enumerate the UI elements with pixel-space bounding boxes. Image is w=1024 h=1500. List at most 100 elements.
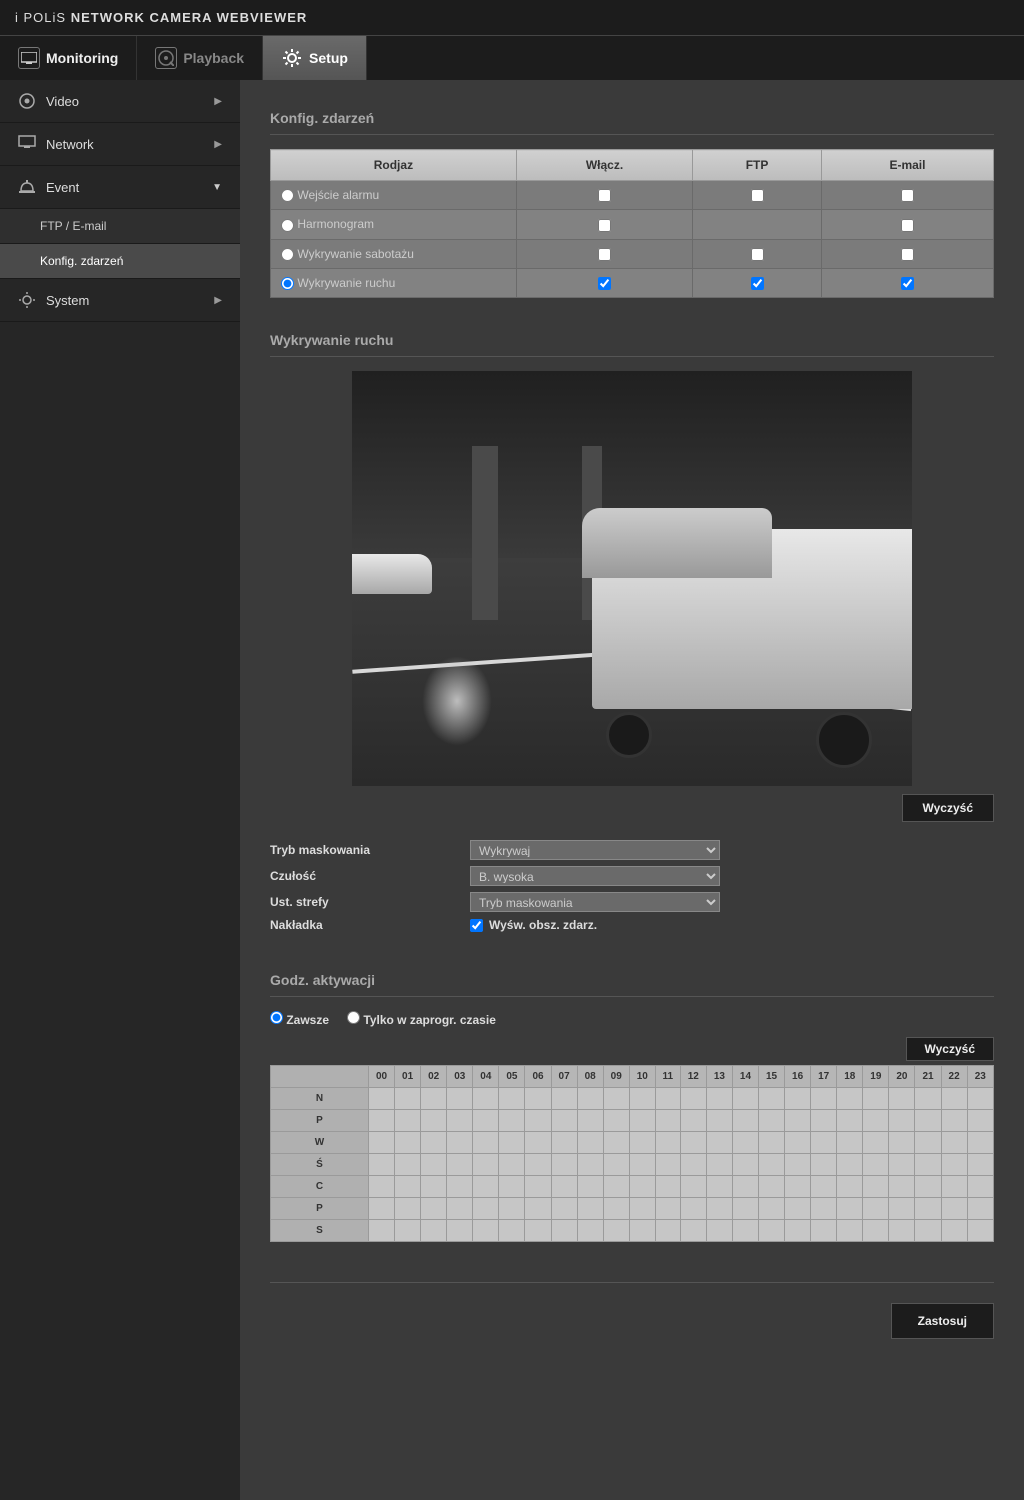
schedule-cell[interactable]	[967, 1088, 993, 1110]
schedule-cell[interactable]	[655, 1132, 680, 1154]
schedule-cell[interactable]	[447, 1220, 473, 1242]
schedule-cell[interactable]	[499, 1220, 525, 1242]
schedule-cell[interactable]	[706, 1176, 732, 1198]
schedule-cell[interactable]	[655, 1154, 680, 1176]
schedule-cell[interactable]	[551, 1176, 577, 1198]
schedule-cell[interactable]	[551, 1154, 577, 1176]
schedule-cell[interactable]	[811, 1220, 837, 1242]
sensitivity-select[interactable]: B. wysoka	[470, 866, 720, 886]
schedule-cell[interactable]	[629, 1154, 655, 1176]
schedule-cell[interactable]	[369, 1132, 395, 1154]
schedule-cell[interactable]	[941, 1110, 967, 1132]
schedule-cell[interactable]	[811, 1198, 837, 1220]
schedule-cell[interactable]	[473, 1088, 499, 1110]
schedule-cell[interactable]	[680, 1088, 706, 1110]
schedule-cell[interactable]	[369, 1220, 395, 1242]
schedule-cell[interactable]	[915, 1154, 941, 1176]
schedule-cell[interactable]	[941, 1198, 967, 1220]
enable-checkbox[interactable]	[598, 189, 611, 202]
schedule-cell[interactable]	[655, 1110, 680, 1132]
schedule-cell[interactable]	[889, 1110, 915, 1132]
ftp-checkbox[interactable]	[751, 277, 764, 290]
schedule-cell[interactable]	[785, 1198, 811, 1220]
event-type-radio[interactable]	[281, 219, 294, 232]
schedule-cell[interactable]	[680, 1154, 706, 1176]
event-type-radio[interactable]	[281, 248, 294, 261]
schedule-cell[interactable]	[967, 1220, 993, 1242]
schedule-cell[interactable]	[811, 1088, 837, 1110]
schedule-cell[interactable]	[551, 1220, 577, 1242]
schedule-cell[interactable]	[915, 1110, 941, 1132]
schedule-cell[interactable]	[706, 1154, 732, 1176]
schedule-cell[interactable]	[473, 1220, 499, 1242]
schedule-cell[interactable]	[837, 1110, 863, 1132]
schedule-cell[interactable]	[369, 1088, 395, 1110]
schedule-cell[interactable]	[915, 1220, 941, 1242]
schedule-cell[interactable]	[551, 1132, 577, 1154]
schedule-cell[interactable]	[889, 1198, 915, 1220]
camera-preview[interactable]	[352, 371, 912, 786]
schedule-cell[interactable]	[525, 1198, 551, 1220]
schedule-cell[interactable]	[655, 1176, 680, 1198]
schedule-cell[interactable]	[395, 1110, 421, 1132]
email-checkbox[interactable]	[901, 277, 914, 290]
activation-always-option[interactable]: Zawsze	[270, 1011, 329, 1027]
schedule-cell[interactable]	[915, 1198, 941, 1220]
schedule-cell[interactable]	[395, 1088, 421, 1110]
schedule-cell[interactable]	[395, 1132, 421, 1154]
schedule-cell[interactable]	[577, 1154, 603, 1176]
schedule-cell[interactable]	[759, 1088, 785, 1110]
schedule-cell[interactable]	[551, 1088, 577, 1110]
schedule-cell[interactable]	[706, 1220, 732, 1242]
schedule-cell[interactable]	[499, 1088, 525, 1110]
schedule-cell[interactable]	[629, 1220, 655, 1242]
schedule-cell[interactable]	[915, 1176, 941, 1198]
activation-always-radio[interactable]	[270, 1011, 283, 1024]
schedule-cell[interactable]	[837, 1198, 863, 1220]
schedule-cell[interactable]	[889, 1088, 915, 1110]
schedule-cell[interactable]	[863, 1154, 889, 1176]
schedule-cell[interactable]	[967, 1132, 993, 1154]
tab-setup[interactable]: Setup	[263, 36, 367, 80]
schedule-cell[interactable]	[629, 1088, 655, 1110]
mask-mode-select[interactable]: Wykrywaj	[470, 840, 720, 860]
schedule-clear-button[interactable]: Wyczyść	[906, 1037, 994, 1061]
schedule-cell[interactable]	[421, 1176, 447, 1198]
schedule-cell[interactable]	[473, 1198, 499, 1220]
schedule-cell[interactable]	[706, 1088, 732, 1110]
sidebar-sub-event-config[interactable]: Konfig. zdarzeń	[0, 244, 240, 279]
ftp-checkbox[interactable]	[751, 189, 764, 202]
schedule-cell[interactable]	[759, 1176, 785, 1198]
enable-checkbox[interactable]	[598, 219, 611, 232]
sidebar-sub-ftp-email[interactable]: FTP / E-mail	[0, 209, 240, 244]
schedule-cell[interactable]	[447, 1110, 473, 1132]
schedule-cell[interactable]	[369, 1198, 395, 1220]
schedule-cell[interactable]	[525, 1154, 551, 1176]
schedule-cell[interactable]	[889, 1154, 915, 1176]
schedule-cell[interactable]	[785, 1088, 811, 1110]
schedule-cell[interactable]	[941, 1176, 967, 1198]
schedule-cell[interactable]	[732, 1176, 758, 1198]
schedule-cell[interactable]	[629, 1132, 655, 1154]
schedule-cell[interactable]	[655, 1088, 680, 1110]
schedule-cell[interactable]	[967, 1110, 993, 1132]
schedule-cell[interactable]	[863, 1088, 889, 1110]
schedule-cell[interactable]	[499, 1110, 525, 1132]
schedule-cell[interactable]	[473, 1176, 499, 1198]
schedule-cell[interactable]	[889, 1132, 915, 1154]
schedule-cell[interactable]	[706, 1198, 732, 1220]
schedule-cell[interactable]	[577, 1176, 603, 1198]
sidebar-item-event[interactable]: Event ▼	[0, 166, 240, 209]
schedule-cell[interactable]	[889, 1220, 915, 1242]
schedule-cell[interactable]	[732, 1220, 758, 1242]
schedule-cell[interactable]	[603, 1154, 629, 1176]
schedule-cell[interactable]	[421, 1154, 447, 1176]
schedule-cell[interactable]	[421, 1110, 447, 1132]
enable-checkbox[interactable]	[598, 277, 611, 290]
enable-checkbox[interactable]	[598, 248, 611, 261]
schedule-cell[interactable]	[811, 1154, 837, 1176]
schedule-cell[interactable]	[785, 1110, 811, 1132]
schedule-cell[interactable]	[603, 1132, 629, 1154]
schedule-cell[interactable]	[395, 1220, 421, 1242]
schedule-cell[interactable]	[732, 1132, 758, 1154]
